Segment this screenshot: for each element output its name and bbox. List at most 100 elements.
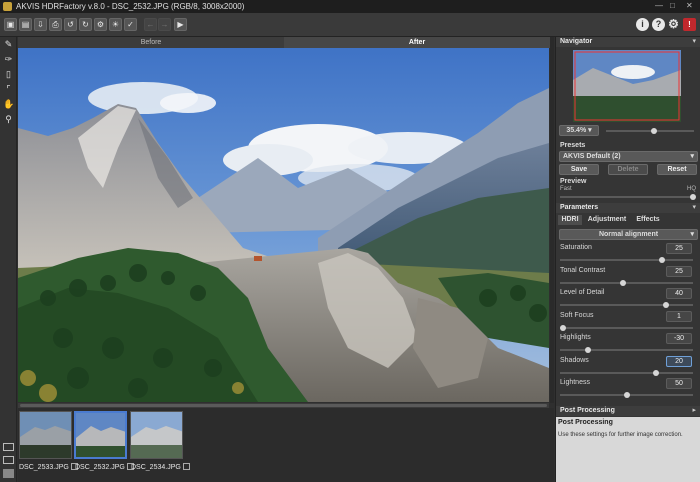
- vertical-scrollbar[interactable]: [550, 37, 554, 403]
- minimize-icon[interactable]: —: [655, 1, 663, 10]
- chevron-down-icon: ▾: [690, 231, 694, 238]
- slider-label: Tonal Contrast: [560, 266, 606, 274]
- slider-knob[interactable]: [659, 257, 666, 263]
- settings-panel: Navigator ▾ 35.4% ▾ Presets AKVIS Default…: [555, 37, 700, 482]
- landscape-photo: [18, 48, 549, 402]
- save-preset-button[interactable]: Save: [559, 164, 599, 175]
- before-after-tabs: Before After: [18, 37, 550, 48]
- save-icon[interactable]: ⇩: [34, 18, 47, 31]
- collapse-icon[interactable]: ▾: [692, 203, 696, 213]
- slider-knob[interactable]: [584, 347, 591, 353]
- preferences-gear-icon[interactable]: ⚙: [667, 18, 680, 31]
- open-image-icon[interactable]: ▣: [4, 18, 17, 31]
- parameter-slider[interactable]: [560, 369, 693, 376]
- filmstrip-thumb[interactable]: [19, 411, 72, 459]
- slider-label: Shadows: [560, 356, 589, 364]
- post-processing-title: Post Processing: [560, 407, 615, 414]
- single-view-icon[interactable]: [3, 443, 14, 451]
- slider-value-field[interactable]: 50: [666, 378, 692, 389]
- preview-slider-knob[interactable]: [690, 194, 696, 200]
- post-processing-header[interactable]: Post Processing ▸: [556, 406, 700, 416]
- navigator-title: Navigator: [560, 38, 593, 45]
- slider-knob[interactable]: [559, 324, 566, 331]
- thumbnail-image: [131, 412, 182, 458]
- reset-preset-button[interactable]: Reset: [657, 164, 697, 175]
- slider-label: Lightness: [560, 379, 590, 386]
- tab-before[interactable]: Before: [18, 37, 284, 48]
- view-mode-controls: [0, 440, 17, 482]
- image-canvas[interactable]: [18, 48, 549, 402]
- slider-knob[interactable]: [663, 302, 670, 308]
- zoom-icon[interactable]: ⚲: [3, 114, 14, 125]
- redo-icon[interactable]: →: [158, 18, 171, 31]
- parameter-slider[interactable]: [560, 279, 693, 286]
- rotate-right-icon[interactable]: ↻: [79, 18, 92, 31]
- help-icon[interactable]: ?: [652, 18, 665, 31]
- brush-icon[interactable]: ✑: [3, 54, 14, 65]
- expand-icon[interactable]: ▸: [692, 406, 696, 416]
- run-icon[interactable]: ▶: [174, 18, 187, 31]
- rotate-left-icon[interactable]: ↺: [64, 18, 77, 31]
- slider-value-field[interactable]: -30: [666, 333, 692, 344]
- app-logo-icon: [3, 2, 12, 11]
- delete-preset-button[interactable]: Delete: [608, 164, 648, 175]
- parameter-slider[interactable]: [560, 302, 693, 308]
- navigator-preview[interactable]: [573, 50, 681, 122]
- parameters-header[interactable]: Parameters ▾: [556, 203, 700, 213]
- slider-value-field[interactable]: 1: [666, 310, 692, 322]
- news-alert-icon[interactable]: !: [683, 18, 696, 31]
- navigator-header[interactable]: Navigator ▾: [556, 37, 700, 47]
- alignment-dropdown[interactable]: Normal alignment ▾: [559, 229, 698, 240]
- slider-value-field[interactable]: 40: [666, 288, 692, 299]
- slider-label: Soft Focus: [560, 311, 594, 319]
- filmstrip-filename: DSC_2533.JPG: [19, 463, 78, 471]
- preview-title: Preview: [560, 178, 587, 185]
- tab-effects[interactable]: Effects: [632, 215, 664, 225]
- preview-fast-label: Fast: [560, 186, 572, 192]
- filmstrip: DSC_2533.JPG DSC_2532.JPG DSC_2534.JPG: [18, 408, 554, 482]
- split-view-icon[interactable]: [3, 456, 14, 464]
- parameter-slider[interactable]: [560, 347, 693, 353]
- horizontal-scroll-thumb[interactable]: [20, 404, 547, 407]
- filmstrip-thumb[interactable]: [130, 411, 183, 459]
- crop-icon[interactable]: ⌜: [3, 84, 14, 95]
- window-title: AKVIS HDRFactory v.8.0 - DSC_2532.JPG (R…: [16, 2, 245, 11]
- close-icon[interactable]: ✕: [686, 1, 693, 10]
- parameter-slider[interactable]: [559, 324, 693, 331]
- info-icon[interactable]: i: [636, 18, 649, 31]
- settings-icon[interactable]: ☀: [109, 18, 122, 31]
- preset-dropdown[interactable]: AKVIS Default (2) ▾: [559, 151, 698, 162]
- batch-icon[interactable]: ▤: [19, 18, 32, 31]
- filmstrip-thumb-selected[interactable]: [74, 411, 127, 459]
- background-color-icon[interactable]: [3, 469, 14, 478]
- include-checkbox[interactable]: [182, 463, 190, 470]
- preview-quality-slider[interactable]: [560, 194, 696, 200]
- tab-after[interactable]: After: [284, 37, 550, 48]
- undo-icon[interactable]: ←: [144, 18, 157, 31]
- print-icon[interactable]: ⎙: [49, 18, 62, 31]
- parameter-slider[interactable]: [560, 392, 693, 398]
- slider-value-field[interactable]: 25: [666, 243, 692, 254]
- tab-adjustment[interactable]: Adjustment: [585, 215, 629, 225]
- hand-icon[interactable]: ✋: [3, 99, 14, 110]
- zoom-dropdown[interactable]: 35.4% ▾: [559, 125, 599, 136]
- slider-knob[interactable]: [623, 392, 630, 398]
- slider-value-field[interactable]: 25: [666, 265, 692, 277]
- zoom-slider-knob[interactable]: [651, 128, 658, 134]
- slider-value-field[interactable]: 20: [666, 355, 692, 367]
- maximize-icon[interactable]: □: [670, 1, 675, 10]
- slider-label: Highlights: [560, 334, 591, 341]
- eraser-icon[interactable]: ▯: [3, 69, 14, 80]
- process-icon[interactable]: ✓: [124, 18, 137, 31]
- slider-knob[interactable]: [652, 369, 659, 376]
- tab-hdri[interactable]: HDRI: [558, 215, 582, 225]
- parameter-slider[interactable]: [560, 257, 693, 263]
- main-toolbar: ▣ ▤ ⇩ ⎙ ↺ ↻ ⚙ ☀ ✓ ← → ▶ i ? ⚙ !: [0, 13, 700, 37]
- slider-knob[interactable]: [619, 279, 626, 286]
- eyedropper-icon[interactable]: ✎: [3, 39, 14, 50]
- collapse-icon[interactable]: ▾: [692, 37, 696, 47]
- share-icon[interactable]: ⚙: [94, 18, 107, 31]
- filmstrip-filename: DSC_2534.JPG: [131, 463, 190, 471]
- zoom-slider[interactable]: [606, 128, 694, 134]
- preview-hq-label: HQ: [687, 186, 696, 192]
